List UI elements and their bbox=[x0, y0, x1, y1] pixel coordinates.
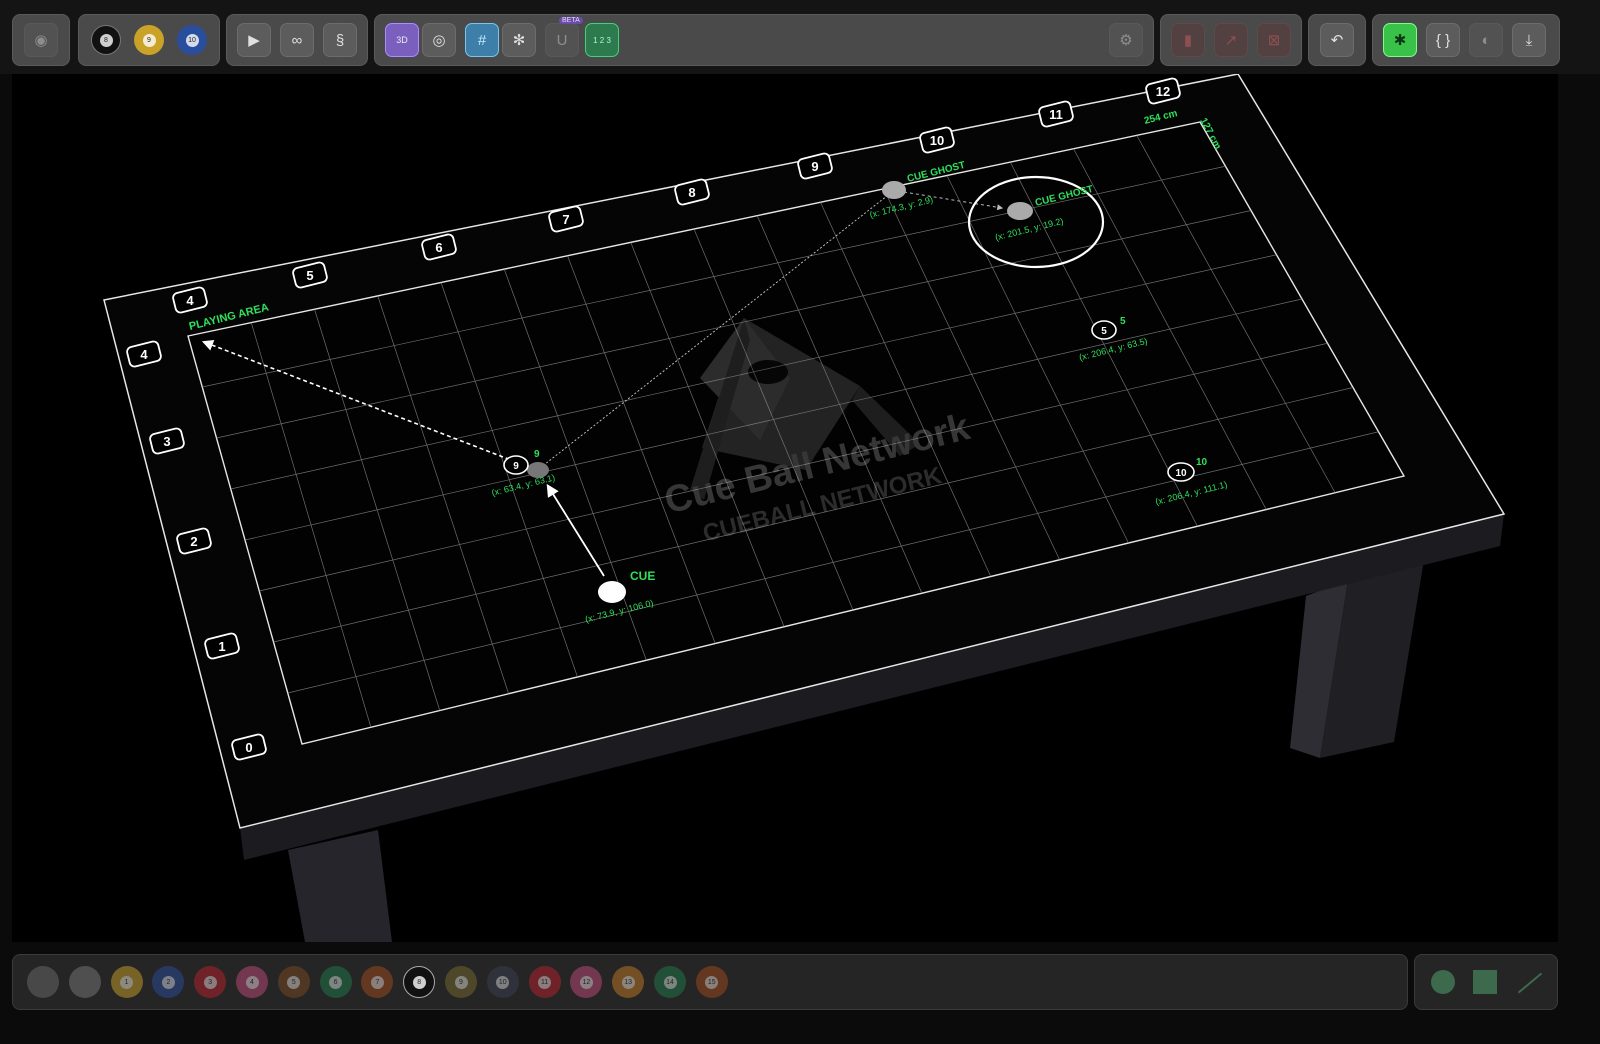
palette-ball-number: 10 bbox=[496, 975, 510, 989]
ball-set-group: 8 9 10 bbox=[78, 14, 220, 66]
palette-ball-number: 6 bbox=[329, 975, 343, 989]
delete-group: ▮ ↗ ⊠ bbox=[1160, 14, 1302, 66]
svg-text:5: 5 bbox=[306, 268, 313, 283]
palette-ball-number: 9 bbox=[454, 975, 468, 989]
palette-ball-number: 1 bbox=[120, 975, 134, 989]
palette-ball-number: 15 bbox=[705, 975, 719, 989]
palette-ball-number: 3 bbox=[203, 975, 217, 989]
palette-ball[interactable]: 15 bbox=[695, 966, 728, 998]
contrast-icon[interactable]: ◐ bbox=[1469, 23, 1503, 57]
palette-ball[interactable]: 11 bbox=[528, 966, 561, 998]
palette-ball-number: 2 bbox=[161, 975, 175, 989]
svg-text:9: 9 bbox=[811, 159, 818, 174]
svg-text:8: 8 bbox=[688, 185, 695, 200]
palette-ball-number: 14 bbox=[663, 975, 677, 989]
top-toolbar: ◉ 8 9 10 ▶ ∞ § 3D ◎ # ✻ U BETA 1 2 3 ⚙ ▮… bbox=[0, 0, 1600, 74]
svg-text:0: 0 bbox=[245, 740, 252, 755]
palette-ball[interactable]: 1 bbox=[110, 966, 143, 998]
camera-icon[interactable]: ◎ bbox=[422, 23, 456, 57]
palette-ball-number: 7 bbox=[370, 975, 384, 989]
grid-icon[interactable]: # bbox=[465, 23, 499, 57]
palette-ball[interactable] bbox=[68, 966, 101, 998]
circle-icon[interactable] bbox=[1431, 970, 1455, 994]
undo-icon[interactable]: ↶ bbox=[1320, 23, 1354, 57]
view-3d-button[interactable]: 3D bbox=[385, 23, 419, 57]
palette-ball[interactable]: 14 bbox=[654, 966, 686, 998]
svg-text:1: 1 bbox=[218, 639, 225, 654]
palette-ball[interactable]: 2 bbox=[152, 966, 185, 998]
svg-text:4: 4 bbox=[186, 293, 194, 308]
gear-icon[interactable]: ✻ bbox=[502, 23, 536, 57]
table-viewport[interactable]: Cue Ball Network CUEBALL NETWORK PLAYING… bbox=[12, 74, 1558, 942]
ball-number: 10 bbox=[1175, 468, 1187, 479]
ball-label: CUE bbox=[630, 569, 655, 583]
palette-ball-number: 4 bbox=[245, 975, 259, 989]
svg-text:12: 12 bbox=[1156, 84, 1170, 99]
route-icon[interactable]: § bbox=[323, 23, 357, 57]
undo-group: ↶ bbox=[1308, 14, 1366, 66]
svg-text:7: 7 bbox=[562, 212, 569, 227]
play-icon[interactable]: ▶ bbox=[237, 23, 271, 57]
beta-badge: BETA bbox=[559, 17, 583, 24]
ball-number: 9 bbox=[513, 461, 519, 472]
nine-ball-set-button[interactable]: 9 bbox=[134, 25, 164, 55]
ball-label: 5 bbox=[1120, 316, 1126, 327]
svg-text:11: 11 bbox=[1049, 107, 1063, 122]
magnet-icon[interactable]: U bbox=[545, 23, 579, 57]
eight-ball-set-button[interactable]: 8 bbox=[91, 25, 121, 55]
eye-icon[interactable]: ◉ bbox=[24, 23, 58, 57]
table-leg-front-left bbox=[288, 830, 392, 942]
ball-number: 5 bbox=[1101, 326, 1107, 337]
palette-ball[interactable]: 3 bbox=[194, 966, 227, 998]
palette-ball[interactable]: 8 bbox=[403, 966, 436, 998]
palette-ball-number: 5 bbox=[287, 975, 301, 989]
fraction-button[interactable]: 1 2 3 bbox=[585, 23, 619, 57]
ball-label: 9 bbox=[534, 449, 540, 460]
palette-ball[interactable]: 5 bbox=[277, 966, 310, 998]
braces-button[interactable]: { } bbox=[1426, 23, 1460, 57]
palette-ball[interactable]: 9 bbox=[445, 966, 477, 998]
palette-ball[interactable] bbox=[27, 966, 59, 998]
line-icon[interactable] bbox=[1517, 972, 1543, 994]
playback-group: ▶ ∞ § bbox=[226, 14, 368, 66]
visibility-group: ◉ bbox=[12, 14, 70, 66]
palette-ball-number: 12 bbox=[579, 975, 593, 989]
arrow-delete-icon[interactable]: ↗ bbox=[1214, 23, 1248, 57]
palette-ball[interactable]: 7 bbox=[361, 966, 394, 998]
svg-text:6: 6 bbox=[435, 240, 442, 255]
palette-ball[interactable]: 12 bbox=[570, 966, 603, 998]
ball-label: 10 bbox=[1196, 457, 1208, 468]
palette-ball-number: 11 bbox=[538, 975, 552, 989]
ball-palette: 1 2 3 4 5 6 7 8 9 10 11 12 13 14 15 bbox=[12, 954, 1408, 1010]
palette-ball[interactable]: 10 bbox=[486, 966, 519, 998]
palette-ball-number: 8 bbox=[412, 975, 426, 989]
svg-text:2: 2 bbox=[190, 534, 197, 549]
svg-text:3: 3 bbox=[163, 434, 170, 449]
view-group: 3D ◎ # ✻ U BETA 1 2 3 ⚙ bbox=[374, 14, 1154, 66]
bug-icon[interactable]: ✱ bbox=[1383, 23, 1417, 57]
settings-icon[interactable]: ⚙ bbox=[1109, 23, 1143, 57]
clear-icon[interactable]: ⊠ bbox=[1257, 23, 1291, 57]
download-icon[interactable]: ⤓ bbox=[1512, 23, 1546, 57]
shape-palette bbox=[1414, 954, 1558, 1010]
svg-text:4: 4 bbox=[140, 347, 148, 362]
palette-ball[interactable]: 6 bbox=[319, 966, 352, 998]
palette-ball[interactable]: 4 bbox=[236, 966, 268, 998]
palette-ball-number: 13 bbox=[621, 975, 635, 989]
delete-icon[interactable]: ▮ bbox=[1171, 23, 1205, 57]
square-icon[interactable] bbox=[1473, 970, 1497, 994]
debug-group: ✱ { } ◐ ⤓ bbox=[1372, 14, 1560, 66]
pool-table-scene: Cue Ball Network CUEBALL NETWORK PLAYING… bbox=[103, 74, 1506, 942]
link-icon[interactable]: ∞ bbox=[280, 23, 314, 57]
ten-ball-set-button[interactable]: 10 bbox=[177, 25, 207, 55]
palette-ball[interactable]: 13 bbox=[612, 966, 645, 998]
svg-text:10: 10 bbox=[930, 133, 944, 148]
